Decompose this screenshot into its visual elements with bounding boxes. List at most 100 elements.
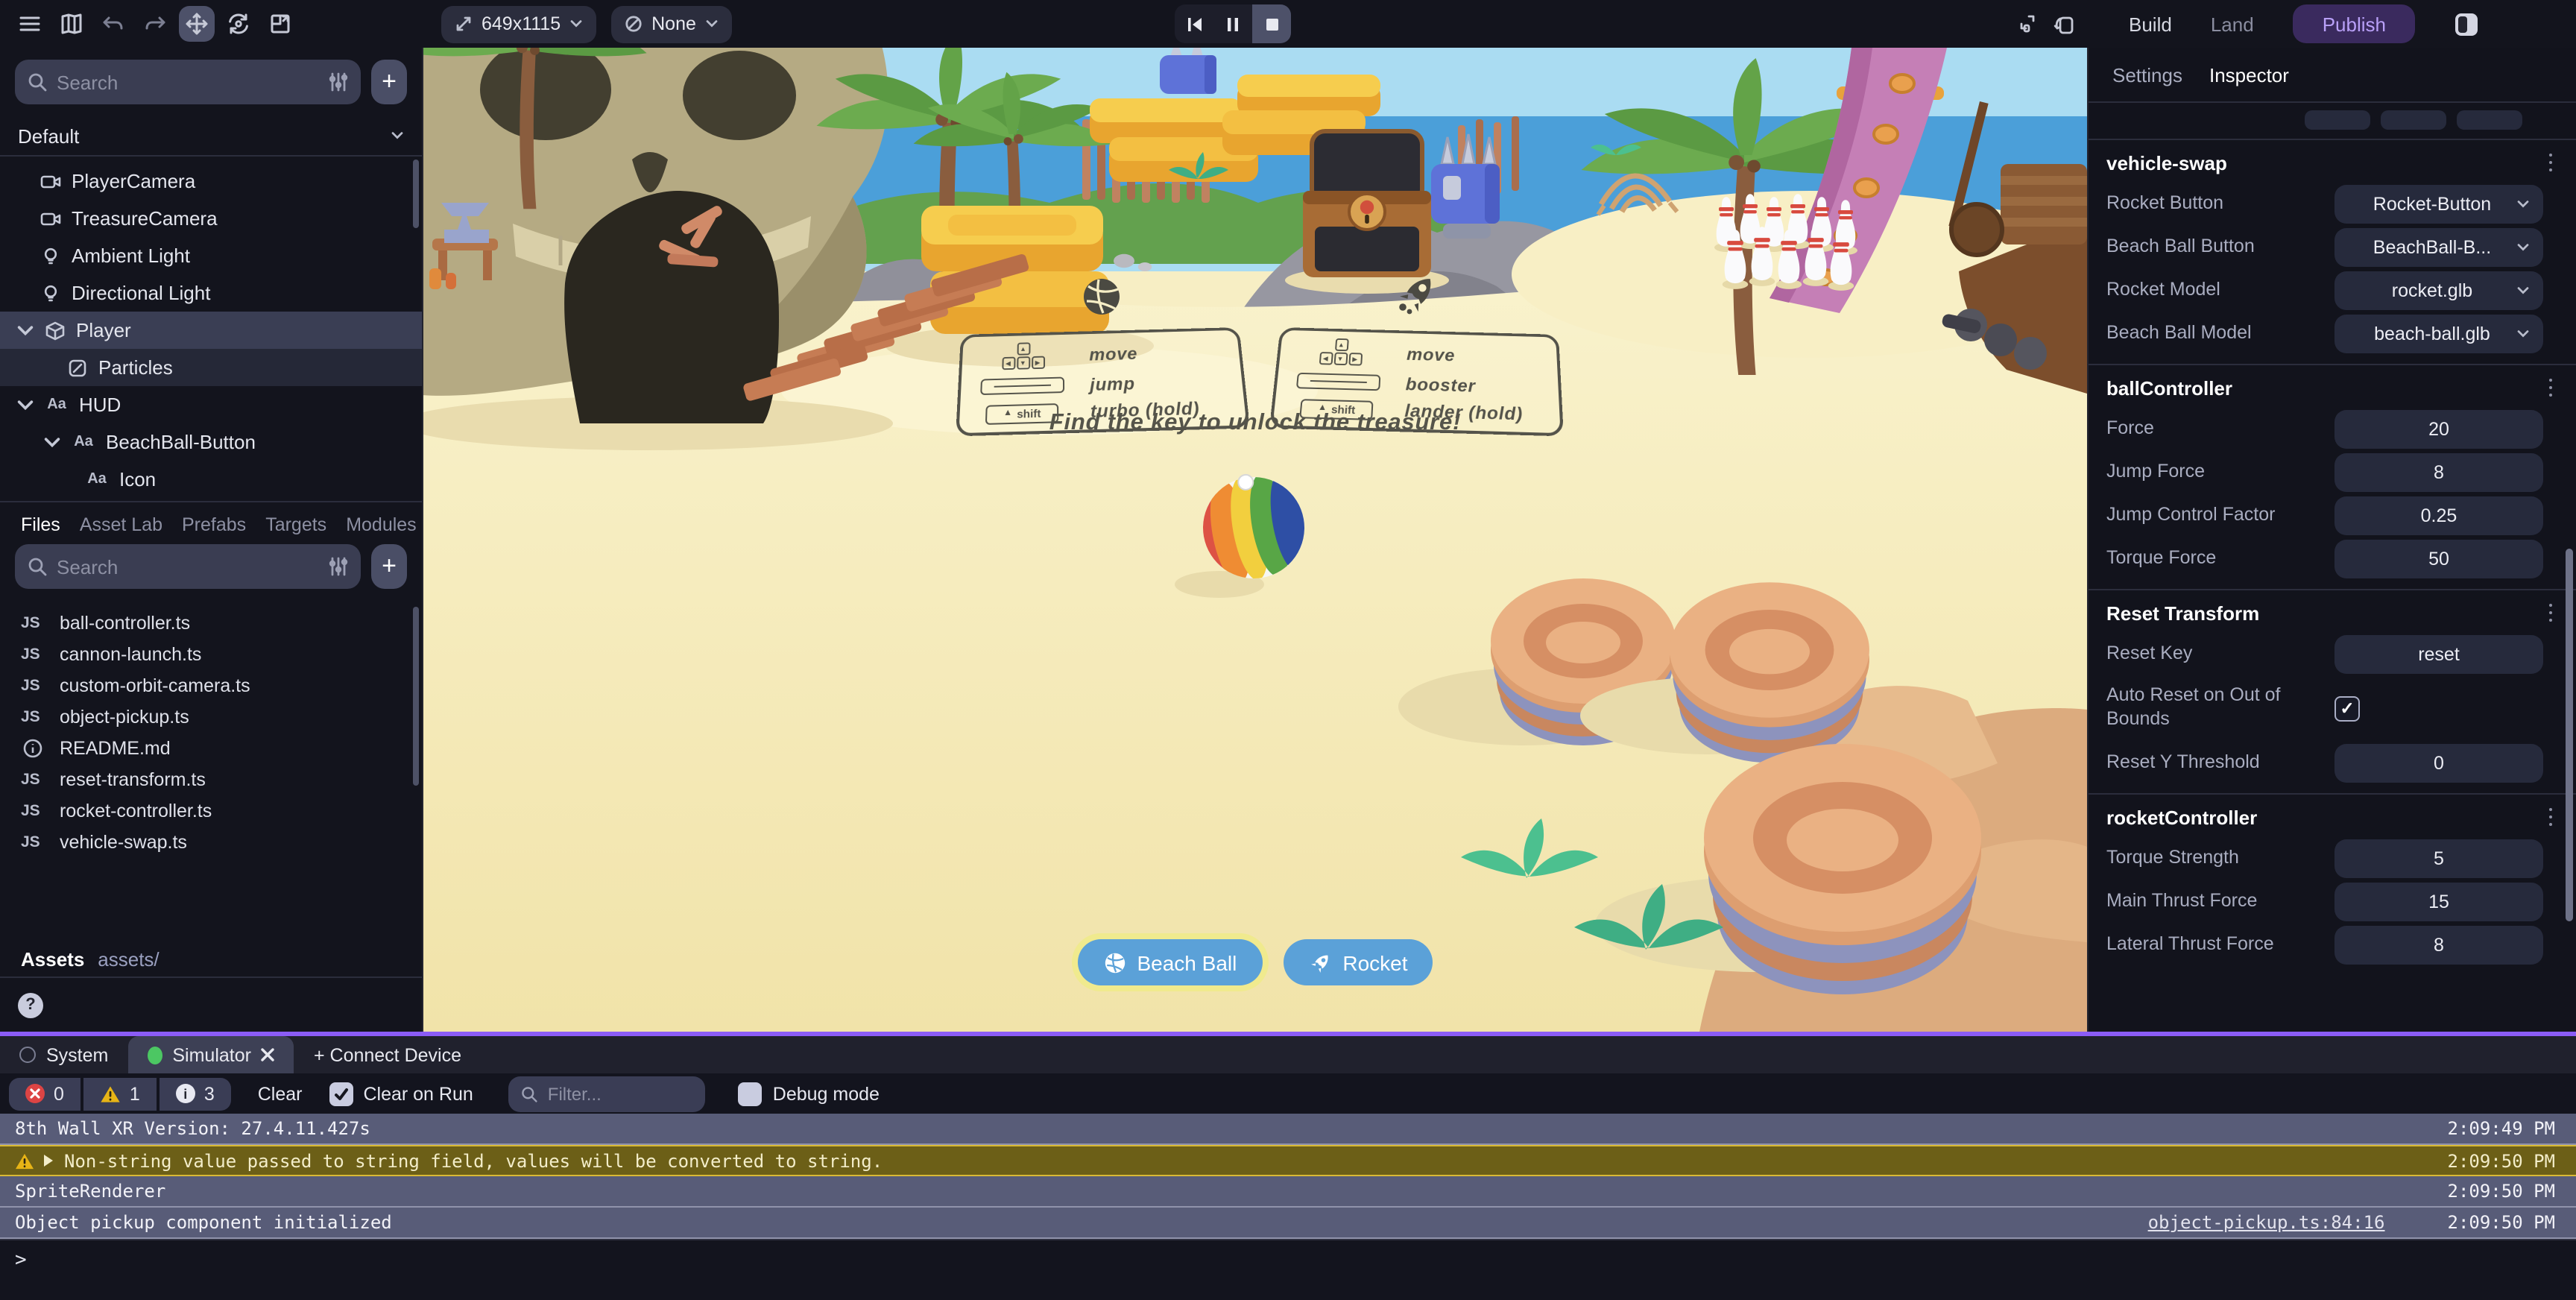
kebab-menu-icon[interactable] — [2548, 808, 2552, 827]
scale-tool-button[interactable] — [262, 6, 298, 42]
expand-caret-icon[interactable] — [43, 1154, 54, 1167]
panel-toggle-icon[interactable] — [2455, 11, 2480, 37]
rocket-model-select[interactable]: rocket.glb — [2334, 271, 2543, 309]
chevron-down-icon[interactable] — [16, 321, 34, 339]
sidebar-item-hud[interactable]: Aa HUD — [0, 386, 422, 423]
chevron-down-icon[interactable] — [16, 396, 34, 414]
tab-prefabs[interactable]: Prefabs — [182, 514, 246, 535]
info-count-filter[interactable]: i 3 — [160, 1077, 231, 1110]
tab-asset-lab[interactable]: Asset Lab — [80, 514, 162, 535]
rocket-button-select[interactable]: Rocket-Button — [2334, 184, 2543, 223]
file-rocket-controller[interactable]: JSrocket-controller.ts — [0, 795, 422, 826]
files-search[interactable] — [15, 544, 361, 589]
jump-force-input[interactable]: 8 — [2334, 452, 2543, 491]
tab-modules[interactable]: Modules — [346, 514, 417, 535]
reset-y-threshold-input[interactable]: 0 — [2334, 743, 2543, 782]
snap-corner-icon[interactable] — [2018, 13, 2041, 35]
console-filter-input[interactable] — [548, 1083, 694, 1104]
file-readme[interactable]: README.md — [0, 732, 422, 763]
kebab-menu-icon[interactable] — [2548, 154, 2552, 172]
warning-count-filter[interactable]: 1 — [83, 1077, 157, 1110]
kebab-menu-icon[interactable] — [2548, 379, 2552, 397]
kebab-menu-icon[interactable] — [2548, 604, 2552, 622]
connect-device-button[interactable]: + Connect Device — [294, 1036, 481, 1073]
file-custom-orbit-camera[interactable]: JScustom-orbit-camera.ts — [0, 669, 422, 701]
map-button[interactable] — [54, 6, 89, 42]
log-row[interactable]: Object pickup component initialized obje… — [0, 1208, 2576, 1239]
resolution-dropdown[interactable]: 649x1115 — [441, 5, 596, 42]
help-button[interactable]: ? — [18, 992, 43, 1017]
sidebar-item-treasurecamera[interactable]: TreasureCamera — [0, 200, 422, 237]
close-icon[interactable] — [262, 1048, 275, 1061]
file-object-pickup[interactable]: JSobject-pickup.ts — [0, 701, 422, 732]
rotate-device-icon[interactable] — [2053, 13, 2077, 35]
scene-group-dropdown[interactable]: Default — [0, 116, 422, 155]
file-cannon-launch[interactable]: JScannon-launch.ts — [0, 638, 422, 669]
tab-inspector[interactable]: Inspector — [2209, 63, 2289, 86]
jump-control-factor-input[interactable]: 0.25 — [2334, 496, 2543, 534]
clear-button[interactable]: Clear — [258, 1083, 303, 1104]
torque-strength-input[interactable]: 5 — [2334, 839, 2543, 877]
filter-sliders-icon[interactable] — [328, 72, 349, 92]
add-entity-button[interactable]: + — [371, 60, 407, 104]
tab-settings[interactable]: Settings — [2112, 63, 2182, 86]
reset-key-input[interactable]: reset — [2334, 634, 2543, 673]
log-row[interactable]: SpriteRenderer 2:09:50 PM — [0, 1176, 2576, 1208]
tab-system[interactable]: System — [0, 1036, 127, 1073]
move-tool-button[interactable] — [179, 6, 215, 42]
log-source-link[interactable]: object-pickup.ts:84:16 — [2148, 1212, 2385, 1233]
sidebar-item-icon[interactable]: Aa Icon — [0, 461, 422, 498]
rotate-tool-button[interactable] — [221, 6, 256, 42]
hierarchy-scrollbar[interactable] — [413, 160, 419, 228]
tab-simulator[interactable]: Simulator — [127, 1036, 294, 1073]
sidebar-item-directional-light[interactable]: Directional Light — [0, 274, 422, 312]
main-thrust-force-input[interactable]: 15 — [2334, 882, 2543, 921]
land-button[interactable]: Land — [2211, 13, 2254, 35]
transform-field[interactable] — [2457, 110, 2522, 130]
overlay-dropdown[interactable]: None — [611, 5, 732, 42]
sidebar-item-playercamera[interactable]: PlayerCamera — [0, 162, 422, 200]
torque-force-input[interactable]: 50 — [2334, 539, 2543, 578]
pause-button[interactable] — [1213, 4, 1252, 43]
build-button[interactable]: Build — [2129, 13, 2172, 35]
force-input[interactable]: 20 — [2334, 409, 2543, 448]
console-prompt[interactable]: > — [0, 1239, 2576, 1300]
sidebar-item-particles[interactable]: Particles — [0, 349, 422, 386]
menu-button[interactable] — [12, 6, 48, 42]
assets-breadcrumb[interactable]: Assets assets/ — [0, 941, 422, 976]
console-filter[interactable] — [509, 1076, 706, 1111]
inspector-scrollbar[interactable] — [2566, 549, 2573, 921]
redo-button[interactable] — [137, 6, 173, 42]
log-row[interactable]: 8th Wall XR Version: 27.4.11.427s 2:09:4… — [0, 1114, 2576, 1145]
sidebar-item-ambient-light[interactable]: Ambient Light — [0, 237, 422, 274]
filter-sliders-icon[interactable] — [328, 556, 349, 577]
file-vehicle-swap[interactable]: JSvehicle-swap.ts — [0, 826, 422, 857]
transform-field[interactable] — [2381, 110, 2446, 130]
debug-mode-checkbox[interactable] — [739, 1082, 763, 1105]
beach-ball-button[interactable]: Beach Ball — [1077, 939, 1262, 985]
sidebar-item-player[interactable]: Player — [0, 312, 422, 349]
sidebar-item-beachball-button[interactable]: Aa BeachBall-Button — [0, 423, 422, 461]
tab-targets[interactable]: Targets — [265, 514, 326, 535]
undo-button[interactable] — [95, 6, 131, 42]
add-file-button[interactable]: + — [371, 544, 407, 589]
chevron-down-icon[interactable] — [43, 433, 61, 451]
transform-field[interactable] — [2305, 110, 2370, 130]
game-viewport[interactable]: ▲◀▼▶ move jump ▲shift turbo (hold) ▲◀▼▶ … — [423, 48, 2087, 1032]
rocket-button[interactable]: Rocket — [1283, 939, 1433, 985]
publish-button[interactable]: Publish — [2293, 4, 2416, 43]
file-ball-controller[interactable]: JSball-controller.ts — [0, 607, 422, 638]
beachball-button-select[interactable]: BeachBall-B... — [2334, 227, 2543, 266]
hierarchy-search[interactable] — [15, 60, 361, 104]
clear-on-run-checkbox[interactable] — [329, 1082, 353, 1105]
auto-reset-checkbox[interactable]: ✓ — [2334, 695, 2360, 721]
files-scrollbar[interactable] — [413, 607, 419, 786]
lateral-thrust-force-input[interactable]: 8 — [2334, 925, 2543, 964]
error-count-filter[interactable]: 0 — [9, 1077, 80, 1110]
hierarchy-search-input[interactable] — [57, 71, 319, 93]
files-search-input[interactable] — [57, 555, 319, 578]
file-reset-transform[interactable]: JSreset-transform.ts — [0, 763, 422, 795]
beachball-model-select[interactable]: beach-ball.glb — [2334, 314, 2543, 353]
log-row-warning[interactable]: Non-string value passed to string field,… — [0, 1145, 2576, 1176]
restart-button[interactable] — [1175, 4, 1213, 43]
